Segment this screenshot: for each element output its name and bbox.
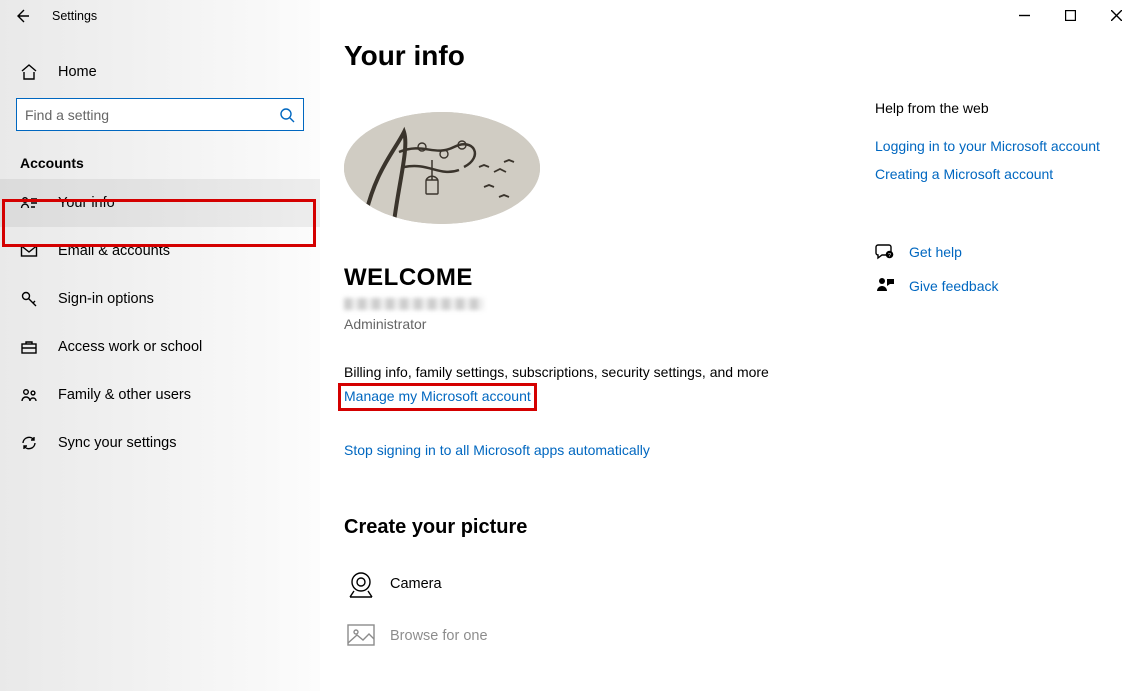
nav-your-info-label: Your info	[58, 195, 115, 211]
category-label: Accounts	[0, 131, 320, 179]
camera-label: Camera	[390, 576, 442, 592]
sync-icon	[20, 434, 38, 452]
maximize-icon	[1065, 10, 1076, 21]
arrow-left-icon	[14, 8, 30, 24]
help-link-create[interactable]: Creating a Microsoft account	[875, 166, 1121, 182]
nav-sync-label: Sync your settings	[58, 435, 176, 451]
nav-home-label: Home	[58, 64, 97, 80]
person-card-icon	[20, 194, 38, 212]
minimize-button[interactable]	[1001, 0, 1047, 30]
home-icon	[20, 63, 38, 81]
search-box[interactable]	[16, 98, 304, 131]
main-area: Your info WELCOME Administ	[320, 0, 1139, 691]
nav-email-accounts[interactable]: Email & accounts	[0, 227, 320, 275]
chat-help-icon: ?	[875, 242, 895, 262]
nav-access-work[interactable]: Access work or school	[0, 323, 320, 371]
billing-description: Billing info, family settings, subscript…	[344, 364, 875, 380]
profile-picture	[344, 112, 540, 224]
picture-icon	[344, 619, 378, 653]
svg-text:?: ?	[888, 253, 891, 259]
search-icon	[279, 107, 295, 123]
nav-home[interactable]: Home	[0, 52, 320, 92]
help-panel: Help from the web Logging in to your Mic…	[875, 0, 1139, 691]
browse-label: Browse for one	[390, 628, 488, 644]
nav-family[interactable]: Family & other users	[0, 371, 320, 419]
app-title: Settings	[52, 9, 97, 23]
nav-work-label: Access work or school	[58, 339, 202, 355]
nav-family-label: Family & other users	[58, 387, 191, 403]
feedback-icon	[875, 276, 895, 296]
nav-email-label: Email & accounts	[58, 243, 170, 259]
help-title: Help from the web	[875, 100, 1121, 116]
content-column: Your info WELCOME Administ	[344, 0, 875, 691]
nav-signin-options[interactable]: Sign-in options	[0, 275, 320, 323]
key-icon	[20, 290, 38, 308]
get-help-label: Get help	[909, 244, 962, 260]
titlebar-left: Settings	[0, 0, 320, 32]
briefcase-icon	[20, 338, 38, 356]
create-picture-title: Create your picture	[344, 516, 875, 539]
people-icon	[20, 386, 38, 404]
mail-icon	[20, 242, 38, 260]
get-help-action[interactable]: ? Get help	[875, 242, 1121, 262]
search-input[interactable]	[25, 107, 279, 123]
close-button[interactable]	[1093, 0, 1139, 30]
give-feedback-action[interactable]: Give feedback	[875, 276, 1121, 296]
camera-option[interactable]: Camera	[344, 567, 875, 601]
close-icon	[1111, 10, 1122, 21]
nav-sync[interactable]: Sync your settings	[0, 419, 320, 467]
stop-signin-link[interactable]: Stop signing in to all Microsoft apps au…	[344, 442, 650, 458]
browse-option[interactable]: Browse for one	[344, 619, 875, 653]
manage-link-wrap: Manage my Microsoft account	[344, 388, 531, 406]
settings-window: Settings Home Accounts Your info	[0, 0, 1139, 691]
sidebar: Settings Home Accounts Your info	[0, 0, 320, 691]
avatar-art-icon	[344, 112, 540, 224]
page-title: Your info	[344, 40, 875, 72]
user-role: Administrator	[344, 316, 875, 332]
user-email-redacted	[344, 298, 484, 310]
user-name: WELCOME	[344, 264, 875, 292]
maximize-button[interactable]	[1047, 0, 1093, 30]
camera-icon	[344, 567, 378, 601]
help-link-login[interactable]: Logging in to your Microsoft account	[875, 138, 1121, 154]
nav-your-info[interactable]: Your info	[0, 179, 320, 227]
window-controls	[1001, 0, 1139, 30]
back-button[interactable]	[8, 2, 36, 30]
minimize-icon	[1019, 10, 1030, 21]
nav-signin-label: Sign-in options	[58, 291, 154, 307]
feedback-label: Give feedback	[909, 278, 999, 294]
search-container	[16, 98, 304, 131]
manage-account-link[interactable]: Manage my Microsoft account	[344, 388, 531, 404]
